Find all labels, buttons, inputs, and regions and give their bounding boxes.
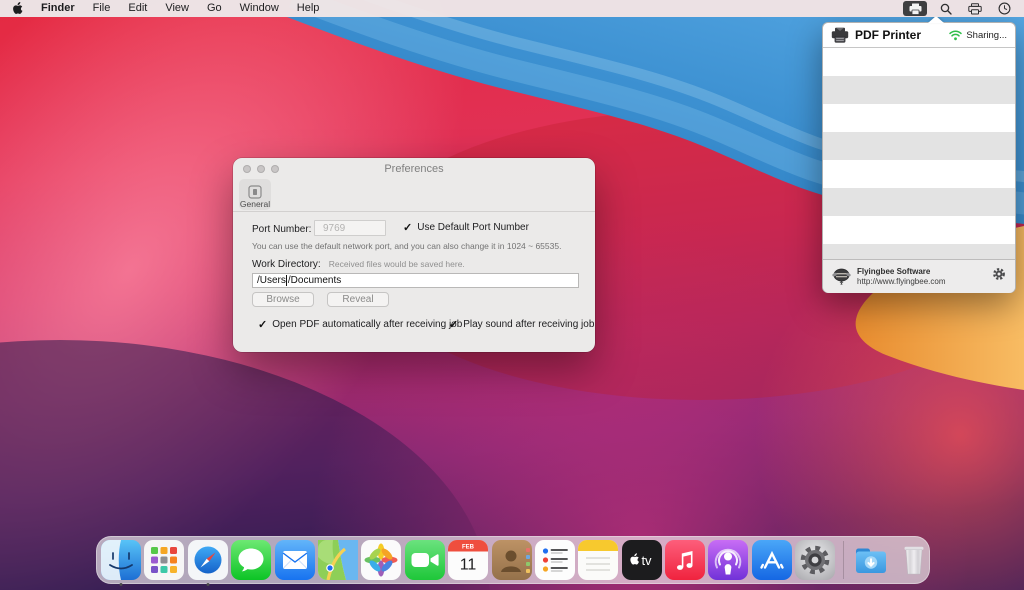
port-help-text: You can use the default network port, an… xyxy=(252,241,561,251)
pdf-printer-menubar-icon[interactable] xyxy=(903,1,927,16)
clock-icon[interactable] xyxy=(994,1,1014,16)
work-directory-input[interactable]: /Users/Documents xyxy=(252,273,579,288)
use-default-port-checkbox[interactable]: ✓ Use Default Port Number xyxy=(403,222,529,233)
menubar-item-edit[interactable]: Edit xyxy=(128,0,147,17)
spotlight-search-icon[interactable] xyxy=(936,1,956,16)
dock-item-calendar[interactable]: FEB 11 xyxy=(448,540,488,580)
menubar-item-window[interactable]: Window xyxy=(240,0,279,17)
menubar-item-file[interactable]: File xyxy=(93,0,111,17)
play-sound-checkbox[interactable]: ✓ Play sound after receiving job xyxy=(449,319,594,330)
print-job-row[interactable] xyxy=(823,48,1015,76)
minimize-button[interactable] xyxy=(257,165,265,173)
port-number-label: Port Number: xyxy=(252,224,311,235)
dock-item-safari[interactable] xyxy=(188,540,228,580)
popup-arrow xyxy=(928,16,944,23)
print-job-row[interactable] xyxy=(823,244,1015,259)
dock-item-photos[interactable] xyxy=(361,540,401,580)
dock-item-tv[interactable]: tv xyxy=(622,540,662,580)
flyingbee-logo-icon xyxy=(832,267,851,286)
dock-item-finder[interactable] xyxy=(101,540,141,580)
preferences-toolbar: General xyxy=(233,178,595,211)
company-name: Flyingbee Software xyxy=(857,267,945,277)
running-indicator xyxy=(120,583,123,586)
zoom-button[interactable] xyxy=(271,165,279,173)
titlebar[interactable]: Preferences xyxy=(233,158,595,178)
dock-item-downloads[interactable] xyxy=(851,540,891,580)
dock-item-trash[interactable] xyxy=(894,540,934,580)
browse-button[interactable]: Browse xyxy=(252,292,314,307)
play-sound-label: Play sound after receiving job xyxy=(463,319,594,330)
work-directory-hint: Received files would be saved here. xyxy=(329,259,465,269)
menubar-item-finder[interactable]: Finder xyxy=(41,0,75,17)
print-job-row[interactable] xyxy=(823,76,1015,104)
sharing-status[interactable]: Sharing... xyxy=(949,30,1007,41)
window-title: Preferences xyxy=(233,158,595,175)
toolbar-separator xyxy=(233,211,595,212)
print-job-row[interactable] xyxy=(823,132,1015,160)
checkmark-icon: ✓ xyxy=(258,320,267,330)
port-number-field[interactable] xyxy=(314,220,386,236)
wifi-icon xyxy=(949,30,962,41)
dock-item-mail[interactable] xyxy=(275,540,315,580)
print-job-row[interactable] xyxy=(823,188,1015,216)
dock-item-app-store[interactable] xyxy=(752,540,792,580)
work-directory-value: /Users xyxy=(257,275,286,286)
print-job-row[interactable] xyxy=(823,216,1015,244)
dock-item-facetime[interactable] xyxy=(405,540,445,580)
general-printer-icon xyxy=(248,185,262,199)
popup-header: PDF Printer Sharing... xyxy=(823,23,1015,48)
dock-item-contacts[interactable] xyxy=(492,540,532,580)
dock-item-system-preferences[interactable] xyxy=(795,540,835,580)
tv-glyph: tv xyxy=(641,553,652,568)
dock-item-launchpad[interactable] xyxy=(144,540,184,580)
use-default-port-label: Use Default Port Number xyxy=(417,222,529,233)
checkmark-icon: ✓ xyxy=(403,223,412,233)
menubar-item-help[interactable]: Help xyxy=(297,0,320,17)
dock-item-messages[interactable] xyxy=(231,540,271,580)
dock-divider xyxy=(843,541,844,579)
popup-title: PDF Printer xyxy=(855,28,921,42)
pdf-printer-popup: PDF Printer Sharing... Flyingbee Softwar… xyxy=(822,22,1016,293)
close-button[interactable] xyxy=(243,165,251,173)
open-pdf-label: Open PDF automatically after receiving j… xyxy=(272,319,462,330)
work-directory-value: /Documents xyxy=(288,275,341,286)
menu-bar: Finder File Edit View Go Window Help xyxy=(0,0,1024,17)
tab-general-label: General xyxy=(240,199,270,209)
menubar-item-view[interactable]: View xyxy=(165,0,189,17)
preferences-window: Preferences General Port Number: ✓ Use D… xyxy=(233,158,595,352)
printer-menubar-icon[interactable] xyxy=(965,1,985,16)
calendar-day: 11 xyxy=(460,557,477,574)
dock-item-notes[interactable] xyxy=(578,540,618,580)
tab-general[interactable]: General xyxy=(239,179,271,210)
menubar-item-go[interactable]: Go xyxy=(207,0,222,17)
checkmark-icon: ✓ xyxy=(449,320,458,330)
dock-item-podcasts[interactable] xyxy=(708,540,748,580)
print-job-list xyxy=(823,48,1015,259)
sharing-label: Sharing... xyxy=(966,30,1007,41)
open-pdf-checkbox[interactable]: ✓ Open PDF automatically after receiving… xyxy=(258,319,462,330)
dock-item-music[interactable] xyxy=(665,540,705,580)
printer-icon xyxy=(831,27,849,43)
apple-menu-icon[interactable] xyxy=(12,2,23,15)
reveal-button[interactable]: Reveal xyxy=(327,292,389,307)
settings-gear-icon[interactable] xyxy=(992,267,1006,286)
work-directory-label: Work Directory: xyxy=(252,259,321,270)
dock: FEB 11 tv xyxy=(96,536,930,584)
running-indicator xyxy=(206,583,209,586)
print-job-row[interactable] xyxy=(823,104,1015,132)
calendar-month: FEB xyxy=(462,545,475,551)
popup-footer: Flyingbee Software http://www.flyingbee.… xyxy=(823,259,1015,293)
desktop: Finder File Edit View Go Window Help xyxy=(0,0,1024,590)
print-job-row[interactable] xyxy=(823,160,1015,188)
dock-item-maps[interactable] xyxy=(318,540,358,580)
dock-item-reminders[interactable] xyxy=(535,540,575,580)
company-website[interactable]: http://www.flyingbee.com xyxy=(857,277,945,287)
